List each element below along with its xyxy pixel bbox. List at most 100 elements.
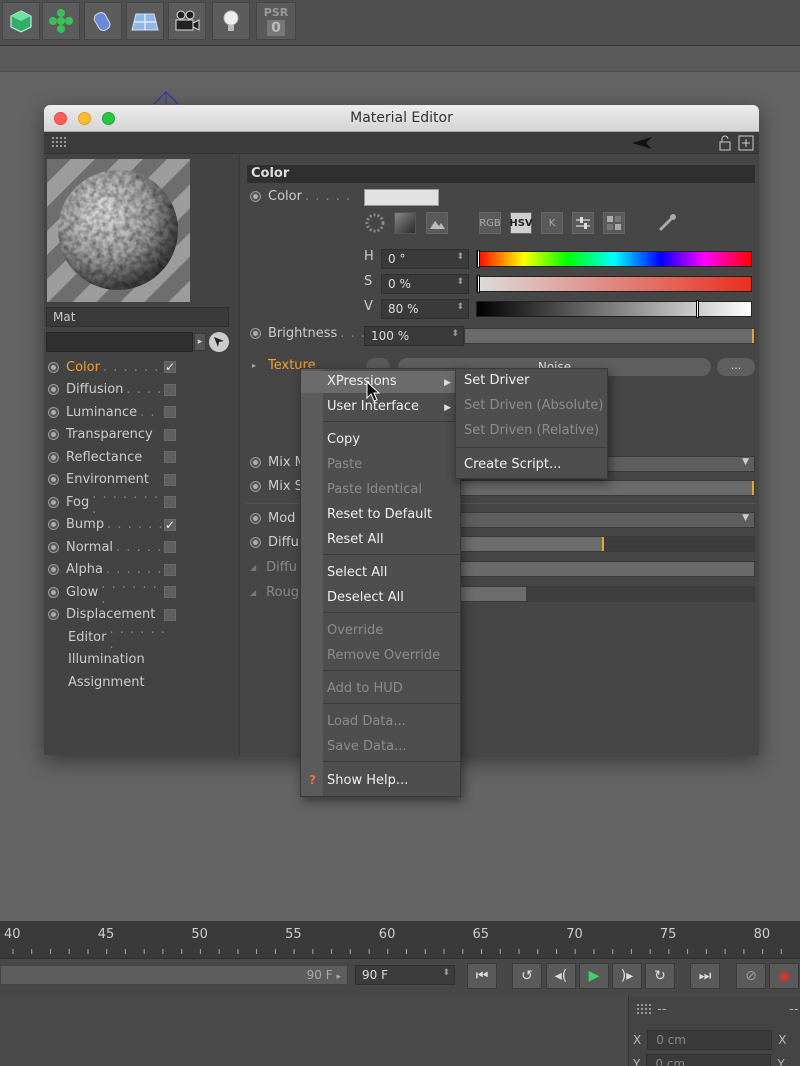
play-button[interactable]: ▶ — [579, 963, 609, 989]
lock-icon[interactable] — [718, 135, 732, 151]
menu-item-add-to-hud[interactable]: Add to HUD — [327, 679, 457, 699]
checkbox[interactable] — [164, 473, 176, 486]
channel-radio[interactable] — [48, 609, 59, 620]
channel-radio[interactable] — [48, 541, 59, 553]
mix-strength-row[interactable]: Mix S — [250, 479, 303, 494]
channel-radio[interactable] — [48, 586, 59, 598]
channel-color[interactable]: Color. . . . . . . ✓ — [48, 357, 176, 377]
mix-strength-slider[interactable] — [449, 480, 755, 496]
model-row[interactable]: Mod — [250, 511, 295, 526]
checkbox[interactable] — [164, 586, 176, 598]
grip-icon[interactable] — [637, 1004, 651, 1016]
swatches-mode-icon[interactable] — [603, 212, 625, 234]
diffuse-falloff-row[interactable]: Diffu — [250, 535, 299, 550]
end-frame-slider[interactable]: 90 F ▸ — [0, 965, 348, 985]
menu-item-user-interface[interactable]: User Interface ▶ — [327, 397, 457, 417]
link-arrow-icon[interactable]: ▸ — [194, 333, 206, 351]
timeline-ruler[interactable]: 40 45 50 55 60 65 70 75 80 — [0, 921, 800, 958]
checkbox[interactable] — [164, 428, 176, 441]
floor-icon[interactable] — [126, 2, 164, 40]
channel-radio[interactable] — [48, 451, 59, 463]
menu-item-remove-override[interactable]: Remove Override — [327, 646, 457, 666]
menu-item-show-help[interactable]: Show Help... — [327, 771, 457, 791]
pick-cursor-icon[interactable] — [209, 332, 229, 352]
checkbox[interactable] — [164, 563, 176, 576]
back-arrow-icon[interactable] — [632, 137, 654, 149]
material-link-field[interactable] — [46, 332, 193, 352]
psr-toggle[interactable]: PSR 0 — [256, 2, 296, 40]
next-frame-button[interactable]: )▸ — [612, 963, 642, 989]
deformer-icon[interactable] — [84, 2, 122, 40]
menu-item-reset-all[interactable]: Reset All — [327, 530, 457, 550]
submenu-item-set-driven-relative[interactable]: Set Driven (Relative) — [464, 421, 599, 441]
brightness-field[interactable]: 100 % ⬍ — [364, 326, 464, 346]
checkmark-icon[interactable]: ✓ — [164, 361, 176, 373]
menu-item-reset-to-default[interactable]: Reset to Default — [327, 505, 457, 525]
menu-item-load-data[interactable]: Load Data... — [327, 712, 457, 732]
channel-luminance[interactable]: Luminance. . — [48, 402, 176, 422]
checkbox[interactable] — [164, 406, 176, 418]
channel-diffusion[interactable]: Diffusion. . . . — [48, 380, 176, 400]
channel-radio[interactable] — [48, 361, 59, 373]
checkbox[interactable] — [164, 608, 176, 621]
position-x-field[interactable]: 0 cm — [647, 1030, 773, 1050]
menu-item-select-all[interactable]: Select All — [327, 563, 457, 583]
menu-item-deselect-all[interactable]: Deselect All — [327, 588, 457, 608]
brightness-row[interactable]: Brightness . . . — [250, 326, 366, 341]
model-dropdown[interactable]: ▼ — [449, 512, 755, 528]
color-param-row[interactable]: Color . . . . . ▼ — [250, 189, 372, 204]
mixer-mode-icon[interactable] — [572, 212, 594, 234]
checkmark-icon[interactable]: ✓ — [164, 518, 176, 531]
saturation-slider[interactable] — [476, 275, 752, 293]
channel-transparency[interactable]: Transparency — [48, 425, 176, 445]
hue-field[interactable]: 0 ° ⬍ — [381, 249, 469, 269]
channel-radio[interactable] — [48, 429, 59, 440]
kelvin-mode-button[interactable]: K — [541, 212, 563, 234]
new-window-icon[interactable] — [738, 135, 754, 151]
roughness-row[interactable]: ◢ Roug — [250, 585, 299, 600]
menu-item-save-data[interactable]: Save Data... — [327, 737, 457, 757]
previous-keyframe-button[interactable]: ↺ — [512, 963, 542, 989]
submenu-item-set-driven-absolute[interactable]: Set Driven (Absolute) — [464, 396, 603, 416]
record-disabled-icon[interactable]: ⊘ — [736, 963, 766, 989]
panel-editor[interactable]: Editor. . . . . . . — [48, 622, 176, 652]
saturation-field[interactable]: 0 % ⬍ — [381, 274, 469, 294]
texture-more-button[interactable]: ... — [717, 358, 755, 376]
go-to-start-button[interactable]: ⏮ — [467, 963, 497, 989]
roughness-slider[interactable] — [449, 586, 755, 602]
channel-radio[interactable] — [48, 564, 59, 575]
submenu-item-create-script[interactable]: Create Script... — [464, 455, 561, 475]
checkbox[interactable] — [164, 541, 176, 553]
channel-bump[interactable]: Bump. . . . . . . ✓ — [48, 515, 176, 535]
channel-normal[interactable]: Normal. . . . . . — [48, 537, 176, 557]
end-frame-field[interactable]: 90 F ⬍ — [355, 965, 455, 985]
material-name-field[interactable]: Mat — [46, 307, 229, 327]
light-icon[interactable] — [212, 2, 250, 40]
menu-item-paste[interactable]: Paste — [327, 455, 457, 475]
cloner-icon[interactable] — [42, 2, 80, 40]
mix-mode-row[interactable]: Mix M — [250, 455, 306, 470]
diffuse-level-slider[interactable] — [449, 561, 755, 577]
channel-reflectance[interactable]: Reflectance — [48, 447, 176, 467]
go-to-end-button[interactable]: ⏭ — [690, 963, 720, 989]
record-button[interactable]: ◉ — [769, 963, 799, 989]
camera-icon[interactable] — [168, 2, 206, 40]
brightness-slider[interactable] — [464, 328, 755, 344]
channel-radio[interactable] — [48, 496, 59, 508]
checkbox[interactable] — [164, 451, 176, 463]
grip-icon[interactable] — [52, 137, 66, 149]
channel-radio[interactable] — [48, 406, 59, 418]
checkbox[interactable] — [164, 383, 176, 396]
checkbox[interactable] — [164, 496, 176, 508]
panel-illumination[interactable]: Illumination — [48, 650, 176, 670]
spectrum-icon[interactable] — [394, 212, 416, 234]
channel-glow[interactable]: Glow. . . . . . . . — [48, 577, 176, 607]
value-slider[interactable] — [476, 300, 752, 318]
channel-fog[interactable]: Fog. . . . . . . . . — [48, 487, 176, 517]
panel-assignment[interactable]: Assignment — [48, 672, 176, 692]
value-field[interactable]: 80 % ⬍ — [381, 299, 469, 319]
eyedropper-icon[interactable] — [656, 212, 678, 234]
material-preview[interactable] — [47, 159, 190, 302]
menu-item-override[interactable]: Override — [327, 621, 457, 641]
color-swatch[interactable] — [364, 189, 439, 206]
